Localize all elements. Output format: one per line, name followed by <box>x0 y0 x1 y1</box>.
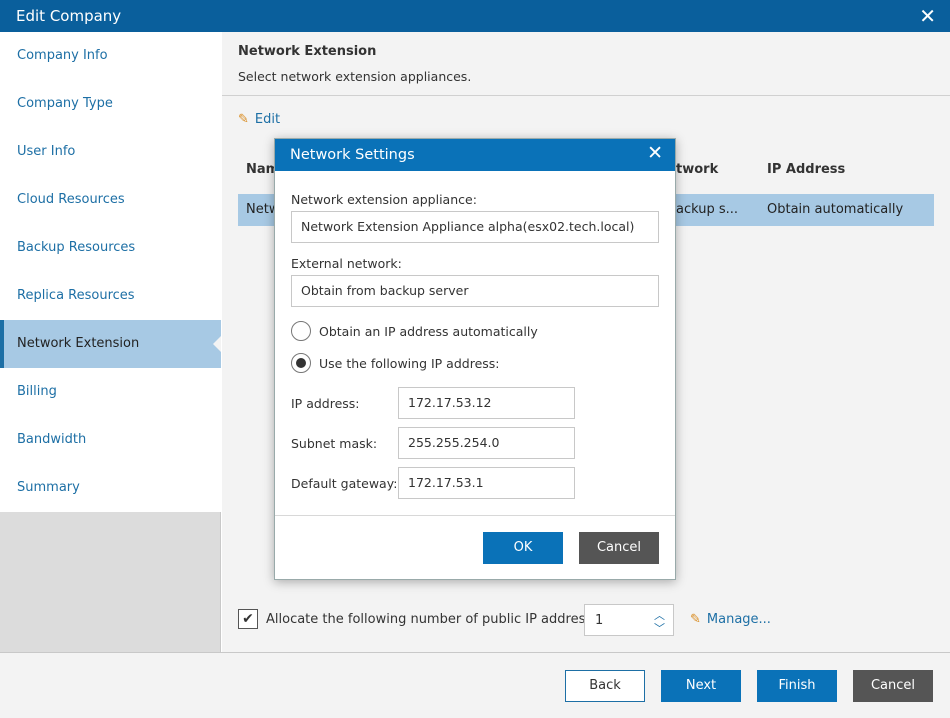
appliance-label: Network extension appliance: <box>291 192 477 207</box>
allocate-label: Allocate the following number of public … <box>266 612 607 627</box>
appliance-field[interactable]: Network Extension Appliance alpha(esx02.… <box>291 211 659 243</box>
subnet-mask-label: Subnet mask: <box>291 436 378 451</box>
public-ip-count-stepper[interactable]: 1 ︿ ﹀ <box>584 604 674 636</box>
sidebar-item-replica-resources[interactable]: Replica Resources <box>0 272 221 320</box>
ok-button[interactable]: OK <box>483 532 563 564</box>
next-button[interactable]: Next <box>661 670 741 702</box>
sidebar-item-cloud-resources[interactable]: Cloud Resources <box>0 176 221 224</box>
column-header-network[interactable]: twork <box>676 162 718 177</box>
public-ip-count-value[interactable]: 1 <box>595 613 603 628</box>
finish-button[interactable]: Finish <box>757 670 837 702</box>
chevron-down-icon[interactable]: ﹀ <box>654 620 665 636</box>
edit-button[interactable]: ✎ Edit <box>238 112 280 127</box>
radio-use-following-ip[interactable] <box>291 353 311 373</box>
allocate-checkbox[interactable]: ✔ <box>238 609 258 629</box>
sidebar-item-billing[interactable]: Billing <box>0 368 221 416</box>
ip-address-field[interactable]: 172.17.53.12 <box>398 387 575 419</box>
manage-label: Manage... <box>706 612 771 627</box>
dialog-cancel-button[interactable]: Cancel <box>579 532 659 564</box>
radio-use-following-ip-label: Use the following IP address: <box>319 356 500 371</box>
dialog-title: Network Settings <box>290 147 415 163</box>
window-title: Edit Company <box>16 7 122 25</box>
radio-obtain-automatically-label: Obtain an IP address automatically <box>319 324 538 339</box>
subnet-mask-field[interactable]: 255.255.254.0 <box>398 427 575 459</box>
sidebar-items: Company Info Company Type User Info Clou… <box>0 32 221 512</box>
dialog-divider <box>275 515 675 516</box>
step-subtitle: Select network extension appliances. <box>238 69 472 84</box>
wizard-sidebar: Company Info Company Type User Info Clou… <box>0 32 221 652</box>
close-icon[interactable]: ✕ <box>919 4 936 28</box>
default-gateway-label: Default gateway: <box>291 476 398 491</box>
wizard-footer: Back Next Finish Cancel <box>0 652 950 718</box>
manage-button[interactable]: ✎ Manage... <box>690 612 771 627</box>
pencil-icon: ✎ <box>690 612 701 627</box>
step-header: Network Extension Select network extensi… <box>222 32 950 96</box>
sidebar-item-user-info[interactable]: User Info <box>0 128 221 176</box>
sidebar-item-company-type[interactable]: Company Type <box>0 80 221 128</box>
radio-obtain-automatically[interactable] <box>291 321 311 341</box>
pencil-icon: ✎ <box>238 112 249 127</box>
close-icon[interactable]: ✕ <box>647 142 663 164</box>
sidebar-item-bandwidth[interactable]: Bandwidth <box>0 416 221 464</box>
external-network-label: External network: <box>291 256 402 271</box>
column-header-ip-address[interactable]: IP Address <box>767 162 845 177</box>
external-network-field[interactable]: Obtain from backup server <box>291 275 659 307</box>
sidebar-item-backup-resources[interactable]: Backup Resources <box>0 224 221 272</box>
sidebar-item-network-extension[interactable]: Network Extension <box>0 320 221 368</box>
sidebar-item-company-info[interactable]: Company Info <box>0 32 221 80</box>
network-settings-dialog: Network Settings ✕ Network extension app… <box>274 138 676 580</box>
allocate-ip-row: ✔ Allocate the following number of publi… <box>238 604 938 636</box>
cancel-button[interactable]: Cancel <box>853 670 933 702</box>
sidebar-item-summary[interactable]: Summary <box>0 464 221 512</box>
checkmark-icon: ✔ <box>242 611 254 627</box>
edit-label: Edit <box>254 112 281 127</box>
dialog-titlebar: Network Settings ✕ <box>275 139 675 171</box>
default-gateway-field[interactable]: 172.17.53.1 <box>398 467 575 499</box>
window-titlebar: Edit Company ✕ <box>0 0 950 32</box>
step-title: Network Extension <box>238 44 377 59</box>
cell-network: ackup s... <box>676 202 739 217</box>
back-button[interactable]: Back <box>565 670 645 702</box>
ip-address-label: IP address: <box>291 396 360 411</box>
cell-ip-address: Obtain automatically <box>767 202 904 217</box>
